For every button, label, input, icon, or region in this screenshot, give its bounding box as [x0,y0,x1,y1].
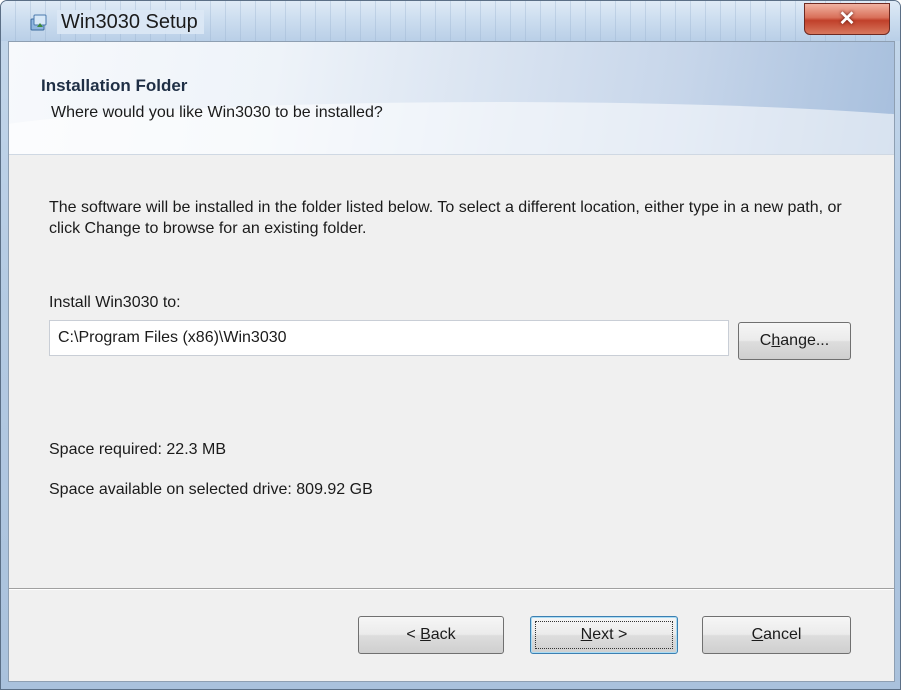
install-path-input[interactable] [49,320,729,356]
space-required-text: Space required: 22.3 MB [49,441,226,458]
install-location-label: Install Win3030 to: [49,294,181,311]
change-button-label-start: C [759,332,772,349]
change-button-accelerator: h [771,332,781,349]
back-button-accelerator: B [420,626,431,643]
setup-installer-icon [30,14,47,31]
page-title: Installation Folder [41,76,188,95]
next-button[interactable]: Next > [530,616,678,654]
change-button[interactable]: Change... [738,322,851,360]
window-title: Win3030 Setup [57,10,204,34]
header-banner: Installation Folder Where would you like… [9,42,894,155]
page-subtitle: Where would you like Win3030 to be insta… [51,104,383,121]
setup-window: Win3030 Setup ✕ Installation Folder Wher… [0,0,901,690]
cancel-button-label-end: ancel [763,626,802,643]
next-button-accelerator: N [580,626,593,643]
back-button-label-start: < [406,626,421,643]
back-button[interactable]: < Back [358,616,504,654]
dialog-client-area: Installation Folder Where would you like… [8,41,895,682]
space-available-text: Space available on selected drive: 809.9… [49,481,373,498]
back-button-label-end: ack [430,626,456,643]
title-bar[interactable]: Win3030 Setup ✕ [1,1,900,41]
change-button-label-end: ange... [780,332,830,349]
next-button-label-end: ext > [592,626,628,643]
footer-divider [9,588,894,590]
cancel-button[interactable]: Cancel [702,616,851,654]
close-icon: ✕ [838,8,856,30]
cancel-button-accelerator: C [751,626,764,643]
description-text: The software will be installed in the fo… [49,199,842,237]
close-button[interactable]: ✕ [804,3,890,35]
